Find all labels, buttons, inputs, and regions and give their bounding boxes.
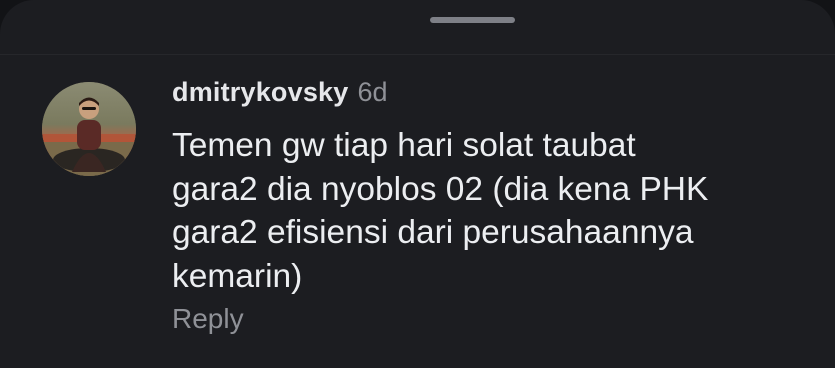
comment-item: dmitrykovsky 6d Temen gw tiap hari solat … (0, 0, 835, 368)
avatar-photo-icon (42, 82, 136, 176)
reply-button[interactable]: Reply (172, 303, 244, 335)
user-avatar[interactable] (42, 82, 136, 176)
comment-body: Temen gw tiap hari solat taubat gara2 di… (172, 127, 709, 295)
comment-timestamp: 6d (357, 77, 388, 107)
comment-username[interactable]: dmitrykovsky (172, 77, 349, 107)
comment-header: dmitrykovsky 6d (172, 77, 388, 113)
comments-sheet: dmitrykovsky 6d Temen gw tiap hari solat … (0, 0, 835, 368)
